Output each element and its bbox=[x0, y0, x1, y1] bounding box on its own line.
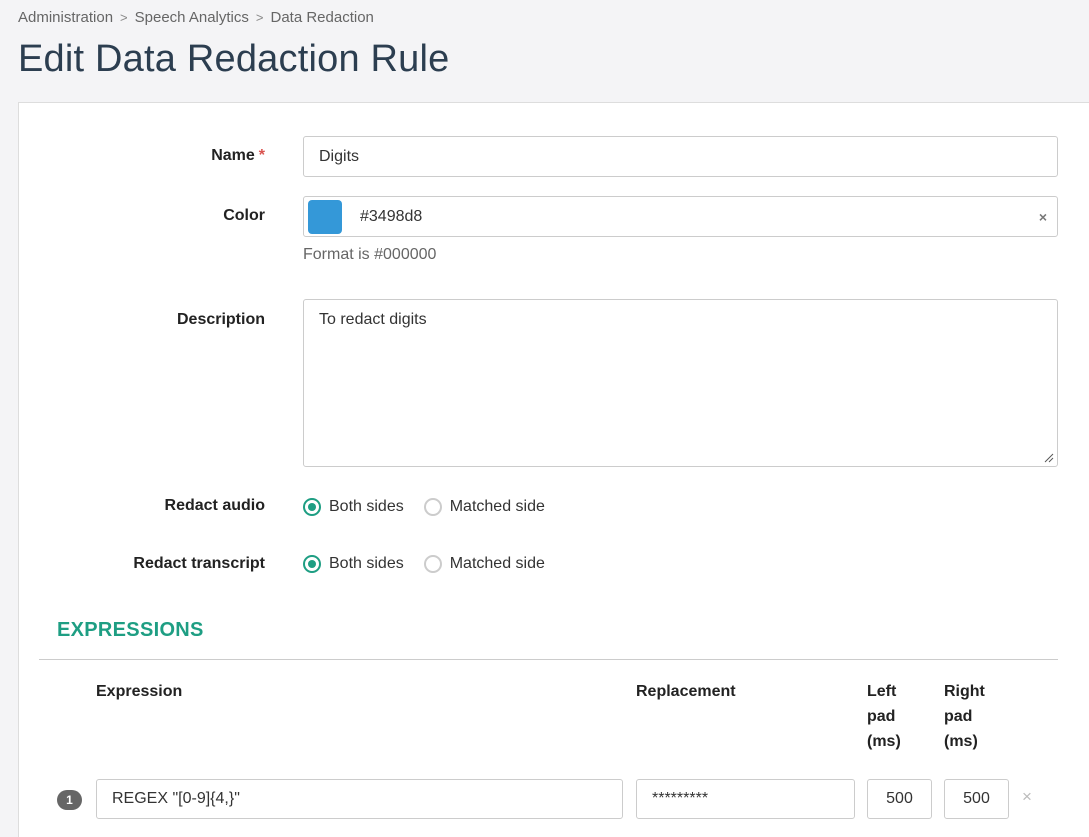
color-input[interactable]: #3498d8 bbox=[360, 208, 1039, 226]
radio-unchecked-icon bbox=[423, 555, 442, 573]
expressions-heading: EXPRESSIONS bbox=[57, 619, 204, 641]
edit-form-card: Name * Digits Color #3498d8 × Format is #… bbox=[18, 102, 1089, 837]
required-marker: * bbox=[258, 147, 265, 164]
color-swatch[interactable] bbox=[308, 199, 342, 234]
row-number-badge: 1 bbox=[57, 790, 82, 810]
section-divider bbox=[39, 659, 1058, 660]
radio-label: Matched side bbox=[449, 555, 545, 572]
color-label: Color bbox=[223, 207, 265, 224]
redact-audio-radio-group: Both sides Matched side bbox=[303, 498, 565, 516]
redact-audio-label: Redact audio bbox=[164, 497, 265, 514]
description-textarea[interactable]: To redact digits bbox=[303, 299, 1058, 467]
radio-label: Matched side bbox=[449, 498, 545, 515]
redact-transcript-radio-group: Both sides Matched side bbox=[303, 555, 565, 573]
redact-audio-matched-side[interactable]: Matched side bbox=[423, 498, 545, 516]
radio-label: Both sides bbox=[329, 498, 404, 515]
breadcrumb-data-redaction[interactable]: Data Redaction bbox=[270, 9, 373, 26]
chevron-right-icon: > bbox=[255, 10, 264, 25]
column-replacement: Replacement bbox=[636, 683, 736, 700]
radio-unchecked-icon bbox=[423, 498, 442, 516]
description-text: To redact digits bbox=[319, 311, 427, 328]
name-label: Name * bbox=[211, 147, 265, 164]
column-right-pad: Right pad (ms) bbox=[944, 683, 985, 750]
color-format-help: Format is #000000 bbox=[303, 246, 437, 263]
redact-audio-both-sides[interactable]: Both sides bbox=[303, 498, 404, 516]
radio-label: Both sides bbox=[329, 555, 404, 572]
color-field: #3498d8 × bbox=[303, 196, 1058, 237]
right-pad-input[interactable]: 500 bbox=[944, 779, 1009, 819]
redact-transcript-matched-side[interactable]: Matched side bbox=[423, 555, 545, 573]
clear-icon[interactable]: × bbox=[1039, 209, 1047, 225]
redact-transcript-both-sides[interactable]: Both sides bbox=[303, 555, 404, 573]
radio-checked-icon bbox=[303, 555, 321, 573]
radio-checked-icon bbox=[303, 498, 321, 516]
expression-input[interactable]: REGEX "[0-9]{4,}" bbox=[96, 779, 623, 819]
column-left-pad: Left pad (ms) bbox=[867, 683, 901, 750]
replacement-input[interactable]: ********* bbox=[636, 779, 855, 819]
name-input[interactable]: Digits bbox=[303, 136, 1058, 177]
page-title: Edit Data Redaction Rule bbox=[18, 38, 450, 80]
breadcrumb-administration[interactable]: Administration bbox=[18, 9, 113, 26]
chevron-right-icon: > bbox=[120, 10, 128, 25]
breadcrumb-speech-analytics[interactable]: Speech Analytics bbox=[135, 9, 249, 26]
breadcrumb: Administration > Speech Analytics > Data… bbox=[18, 9, 374, 26]
redact-transcript-label: Redact transcript bbox=[133, 555, 265, 572]
resize-handle-icon[interactable] bbox=[1044, 453, 1054, 463]
description-label: Description bbox=[176, 311, 265, 328]
left-pad-input[interactable]: 500 bbox=[867, 779, 932, 819]
remove-row-icon[interactable]: × bbox=[1022, 787, 1032, 807]
column-expression: Expression bbox=[96, 683, 183, 700]
